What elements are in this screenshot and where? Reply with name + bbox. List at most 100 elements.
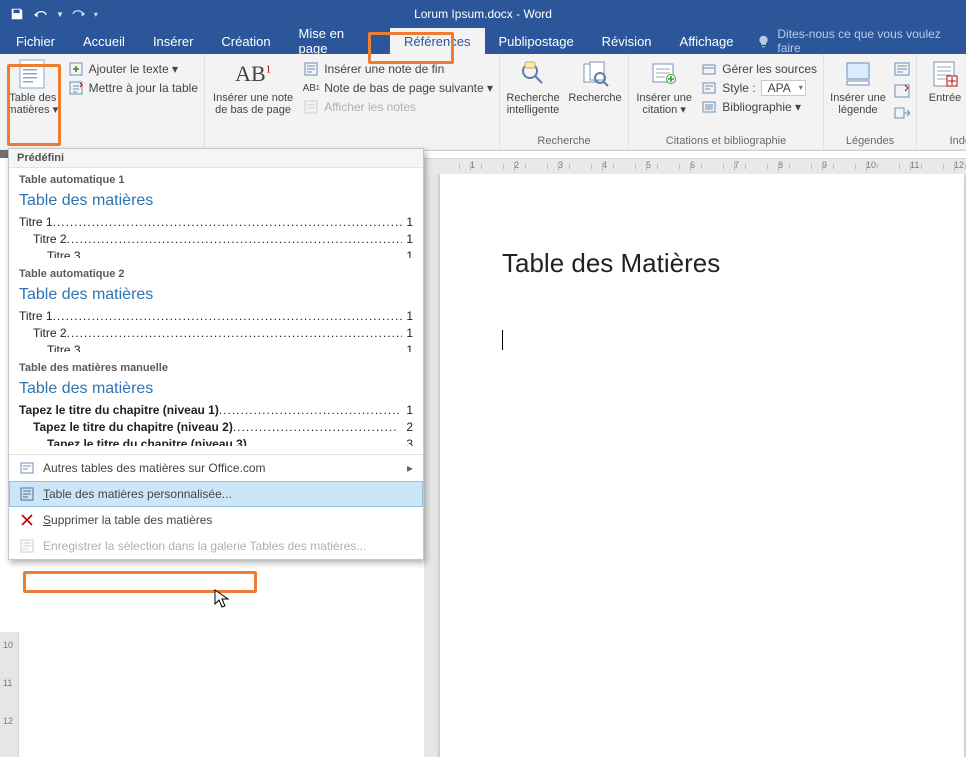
smart-lookup-button[interactable]: Recherche intelligente <box>506 58 560 116</box>
gallery-commands: Autres tables des matières sur Office.co… <box>9 454 423 559</box>
smart-lookup-icon <box>517 58 549 90</box>
bibliography-button[interactable]: Bibliographie ▾ <box>701 99 817 115</box>
insert-citation-button[interactable]: Insérer une citation ▾ <box>635 58 693 116</box>
gallery-item-manual[interactable]: Table des matières manuelle Table des ma… <box>9 360 423 454</box>
more-from-office-label: Autres tables des matières sur Office.co… <box>43 461 266 475</box>
window-title: Lorum Ipsum.docx - Word <box>414 0 552 28</box>
save-selection-button: Enregistrer la sélection dans la galerie… <box>9 533 423 559</box>
tab-fichier[interactable]: Fichier <box>0 28 69 54</box>
mark-entry-button[interactable]: Entrée <box>923 58 966 104</box>
insert-footnote-button[interactable]: AB1 Insérer une note de bas de page <box>211 58 295 116</box>
quick-access-toolbar: ▼ ▾ <box>0 5 98 23</box>
tab-revision[interactable]: Révision <box>588 28 666 54</box>
style-icon <box>701 80 717 96</box>
next-footnote-icon: AB1 <box>303 80 319 96</box>
group-research: Recherche intelligente Recherche Recherc… <box>500 54 629 150</box>
manage-sources-icon <box>701 61 717 77</box>
gallery-item-auto1-preview: Table des matières Titre 1..............… <box>19 192 413 258</box>
update-fig-table-icon[interactable] <box>894 83 910 99</box>
tell-me[interactable]: Dites-nous ce que vous voulez faire <box>748 28 966 54</box>
add-text-button[interactable]: Ajouter le texte ▾ <box>68 61 198 77</box>
custom-toc-label: TTable des matières personnalisée...able… <box>43 487 232 501</box>
document-heading: Table des Matières <box>502 248 720 279</box>
research-button[interactable]: Recherche <box>568 58 622 104</box>
cross-reference-icon[interactable] <box>894 105 910 121</box>
style-value: APA <box>768 81 791 95</box>
group-citations-label: Citations et bibliographie <box>629 132 823 150</box>
index-entry-icon <box>929 58 961 90</box>
tab-references[interactable]: Références <box>390 28 484 54</box>
show-notes-label: Afficher les notes <box>324 100 416 114</box>
titlebar: ▼ ▾ Lorum Ipsum.docx - Word <box>0 0 966 28</box>
mouse-cursor-icon <box>214 589 230 612</box>
group-index: Entrée Inde <box>917 54 966 150</box>
qat-customize-icon[interactable]: ▾ <box>94 10 98 19</box>
add-text-label: Ajouter le texte ▾ <box>89 62 178 76</box>
chevron-right-icon: ▸ <box>407 461 413 475</box>
preview-title: Table des matières <box>19 286 413 304</box>
endnote-icon <box>303 61 319 77</box>
save-selection-icon <box>19 538 35 554</box>
citation-icon <box>648 58 680 90</box>
ribbon-tabs: Fichier Accueil Insérer Création Mise en… <box>0 28 966 54</box>
gallery-section-predefined: Prédéfini <box>9 149 423 168</box>
gallery-item-auto2-preview: Table des matières Titre 1..............… <box>19 286 413 352</box>
insert-endnote-label: Insérer une note de fin <box>324 62 444 76</box>
show-notes-button: Afficher les notes <box>303 99 493 115</box>
gallery-item-auto1[interactable]: Table automatique 1 Table des matières T… <box>9 168 423 266</box>
ruler-number: 11 <box>910 160 919 170</box>
toc-button[interactable]: Table des matières ▾ <box>6 58 60 116</box>
bulb-icon <box>756 33 772 49</box>
bibliography-label: Bibliographie ▾ <box>722 100 801 114</box>
more-from-office-button[interactable]: Autres tables des matières sur Office.co… <box>9 455 423 481</box>
insert-fig-table-icon[interactable] <box>894 61 910 77</box>
undo-dropdown-icon[interactable]: ▼ <box>56 10 64 19</box>
insert-footnote-label: Insérer une note de bas de page <box>213 92 293 116</box>
toc-icon <box>17 58 49 90</box>
group-captions-label: Légendes <box>824 132 916 150</box>
update-table-label: Mettre à jour la table <box>89 81 198 95</box>
style-value-combo[interactable]: APA ▾ <box>761 80 806 96</box>
tab-affichage[interactable]: Affichage <box>666 28 748 54</box>
research-label: Recherche <box>568 92 621 104</box>
save-icon[interactable] <box>8 5 26 23</box>
manage-sources-label: Gérer les sources <box>722 62 817 76</box>
tab-mise-en-page[interactable]: Mise en page <box>285 28 390 54</box>
tab-accueil[interactable]: Accueil <box>69 28 139 54</box>
document-canvas[interactable]: Table des Matières <box>424 174 966 757</box>
tab-insertion[interactable]: Insérer <box>139 28 207 54</box>
research-icon <box>579 58 611 90</box>
footnote-icon: AB1 <box>232 58 274 90</box>
group-index-label: Inde <box>917 132 966 150</box>
ruler-number: 10 <box>866 160 876 170</box>
highlight-custom-toc <box>23 571 257 593</box>
manage-sources-button[interactable]: Gérer les sources <box>701 61 817 77</box>
document-page: Table des Matières <box>440 174 964 757</box>
group-research-label: Recherche <box>500 132 628 150</box>
undo-icon[interactable] <box>32 5 50 23</box>
redo-icon[interactable] <box>70 5 88 23</box>
insert-caption-label: Insérer une légende <box>830 92 886 116</box>
group-captions: Insérer une légende Légendes <box>824 54 917 150</box>
ribbon: Table des matières ▾ Ajouter le texte ▾ … <box>0 54 966 151</box>
mark-entry-label: Entrée <box>929 92 961 104</box>
next-footnote-label: Note de bas de page suivante ▾ <box>324 81 493 95</box>
gallery-item-auto2[interactable]: Table automatique 2 Table des matières T… <box>9 266 423 360</box>
insert-citation-label: Insérer une citation ▾ <box>636 92 692 116</box>
insert-caption-button[interactable]: Insérer une légende <box>830 58 886 116</box>
tab-creation[interactable]: Création <box>207 28 284 54</box>
update-icon <box>68 80 84 96</box>
smart-lookup-label: Recherche intelligente <box>506 92 559 116</box>
update-table-button[interactable]: Mettre à jour la table <box>68 80 198 96</box>
next-footnote-button[interactable]: AB1 Note de bas de page suivante ▾ <box>303 80 493 96</box>
group-footnotes: AB1 Insérer une note de bas de page Insé… <box>205 54 500 150</box>
custom-toc-button[interactable]: TTable des matières personnalisée...able… <box>9 481 423 507</box>
group-toc: Table des matières ▾ Ajouter le texte ▾ … <box>0 54 205 150</box>
remove-toc-button[interactable]: Supprimer la table des matières <box>9 507 423 533</box>
gallery-item-auto1-title: Table automatique 1 <box>19 174 413 186</box>
tab-publipostage[interactable]: Publipostage <box>485 28 588 54</box>
citation-style-row[interactable]: Style : APA ▾ <box>701 80 817 96</box>
ruler-vertical-fragment[interactable]: 10 11 12 <box>0 632 19 757</box>
group-citations: Insérer une citation ▾ Gérer les sources… <box>629 54 824 150</box>
insert-endnote-button[interactable]: Insérer une note de fin <box>303 61 493 77</box>
